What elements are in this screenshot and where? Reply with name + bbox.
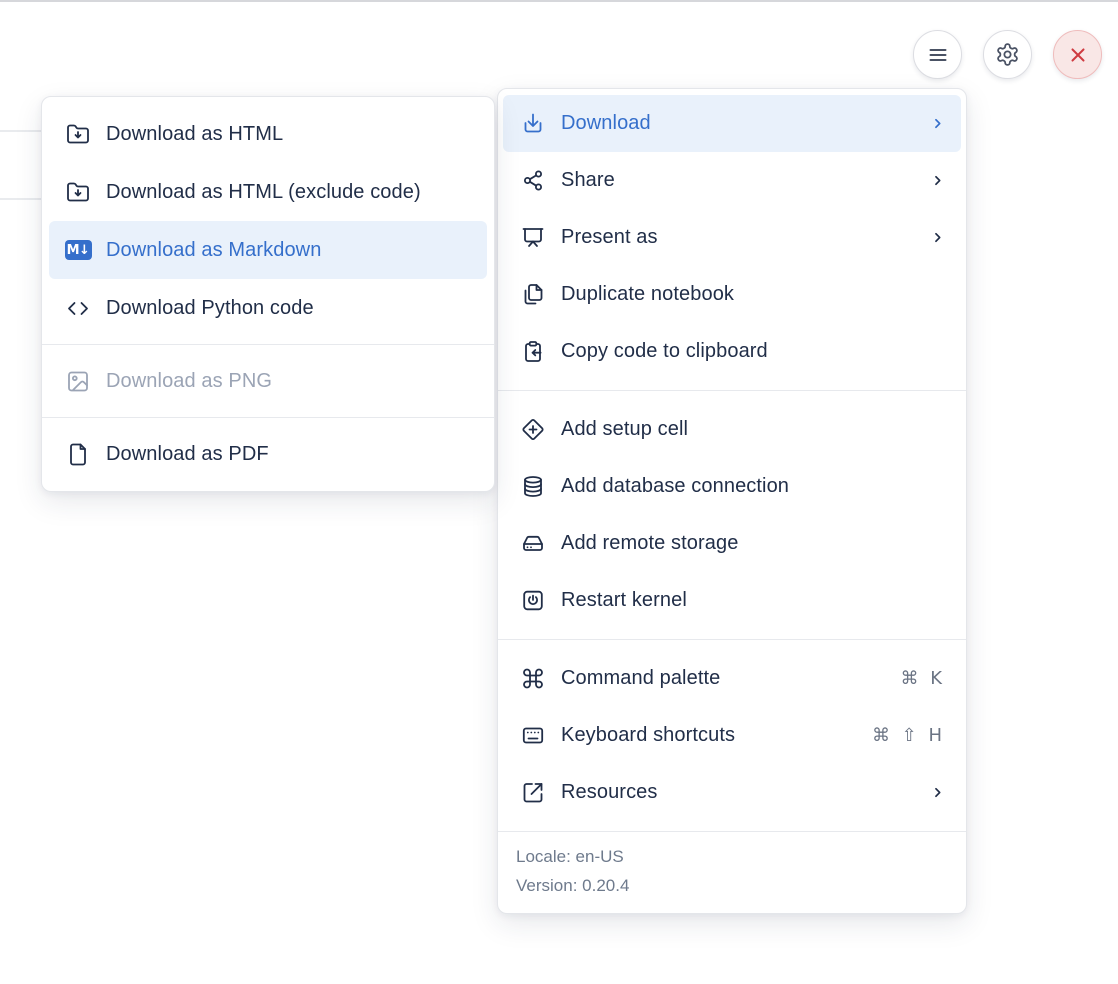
menu-item-restart-kernel[interactable]: Restart kernel: [503, 572, 961, 629]
chevron-right-icon: [930, 785, 945, 800]
menu-item-resources[interactable]: Resources: [503, 764, 961, 821]
menu-footer: Locale: en-US Version: 0.20.4: [498, 831, 966, 913]
menu-item-keyboard-shortcuts[interactable]: Keyboard shortcuts ⌘ ⇧ H: [503, 707, 961, 764]
folder-download-icon: [66, 180, 90, 204]
menu-item-label: Download as HTML (exclude code): [106, 181, 421, 204]
menu-item-download-as-html-exclude-code[interactable]: Download as HTML (exclude code): [49, 163, 487, 221]
download-icon: [521, 112, 545, 136]
menu-item-download-as-png[interactable]: Download as PNG: [49, 352, 487, 410]
gear-icon: [995, 42, 1020, 67]
menu-separator: [42, 344, 494, 345]
menu-item-label: Download: [561, 112, 651, 135]
window-controls: [913, 30, 1102, 79]
menu-item-label: Add remote storage: [561, 532, 738, 555]
image-icon: [66, 369, 90, 393]
chevron-right-icon: [930, 173, 945, 188]
chevron-right-icon: [930, 116, 945, 131]
menu-separator: [498, 390, 966, 391]
menu-item-download-python-code[interactable]: Download Python code: [49, 279, 487, 337]
menu-separator: [42, 417, 494, 418]
menu-item-download-as-markdown[interactable]: M↓ Download as Markdown: [49, 221, 487, 279]
hamburger-icon: [926, 43, 950, 67]
menu-item-command-palette[interactable]: Command palette ⌘ K: [503, 650, 961, 707]
diamond-plus-icon: [521, 418, 545, 442]
menu-item-label: Add database connection: [561, 475, 789, 498]
shortcut-command-k: ⌘ K: [900, 668, 945, 689]
menu-item-label: Present as: [561, 226, 658, 249]
page-divider-line: [0, 130, 44, 132]
folder-download-icon: [66, 122, 90, 146]
power-icon: [521, 589, 545, 613]
external-link-icon: [521, 781, 545, 805]
clipboard-copy-icon: [521, 340, 545, 364]
menu-item-add-remote-storage[interactable]: Add remote storage: [503, 515, 961, 572]
file-icon: [66, 442, 90, 466]
menu-separator: [498, 639, 966, 640]
menu-item-label: Resources: [561, 781, 658, 804]
command-icon: [521, 667, 545, 691]
menu-item-label: Duplicate notebook: [561, 283, 734, 306]
share-icon: [521, 169, 545, 193]
shortcut-command-shift-h: ⌘ ⇧ H: [872, 725, 945, 746]
menu-item-label: Add setup cell: [561, 418, 688, 441]
menu-item-label: Keyboard shortcuts: [561, 724, 735, 747]
menu-item-download[interactable]: Download: [503, 95, 961, 152]
menu-item-present-as[interactable]: Present as: [503, 209, 961, 266]
database-icon: [521, 475, 545, 499]
chevron-right-icon: [930, 230, 945, 245]
menu-item-label: Restart kernel: [561, 589, 687, 612]
code-icon: [66, 296, 90, 320]
menu-button[interactable]: [913, 30, 962, 79]
menu-item-label: Command palette: [561, 667, 720, 690]
keyboard-icon: [521, 724, 545, 748]
close-icon: [1067, 44, 1089, 66]
page-divider-line: [0, 198, 44, 200]
menu-item-share[interactable]: Share: [503, 152, 961, 209]
page-top-divider: [0, 0, 1118, 2]
menu-item-download-as-pdf[interactable]: Download as PDF: [49, 425, 487, 483]
download-submenu: Download as HTML Download as HTML (exclu…: [41, 96, 495, 492]
settings-button[interactable]: [983, 30, 1032, 79]
menu-item-label: Share: [561, 169, 615, 192]
hard-drive-icon: [521, 532, 545, 556]
presentation-icon: [521, 226, 545, 250]
menu-item-copy-code-to-clipboard[interactable]: Copy code to clipboard: [503, 323, 961, 380]
menu-item-label: Download as Markdown: [106, 239, 321, 262]
menu-item-add-setup-cell[interactable]: Add setup cell: [503, 401, 961, 458]
duplicate-icon: [521, 283, 545, 307]
menu-item-label: Copy code to clipboard: [561, 340, 768, 363]
version-text: Version: 0.20.4: [516, 871, 948, 900]
menu-item-add-database-connection[interactable]: Add database connection: [503, 458, 961, 515]
close-button[interactable]: [1053, 30, 1102, 79]
menu-item-label: Download as HTML: [106, 123, 283, 146]
notebook-actions-menu: Download Share Present as Duplicate note…: [497, 88, 967, 914]
markdown-download-icon: M↓: [66, 238, 90, 262]
locale-text: Locale: en-US: [516, 842, 948, 871]
menu-item-label: Download as PNG: [106, 370, 272, 393]
menu-item-label: Download Python code: [106, 297, 314, 320]
menu-item-label: Download as PDF: [106, 443, 269, 466]
menu-item-download-as-html[interactable]: Download as HTML: [49, 105, 487, 163]
menu-item-duplicate-notebook[interactable]: Duplicate notebook: [503, 266, 961, 323]
